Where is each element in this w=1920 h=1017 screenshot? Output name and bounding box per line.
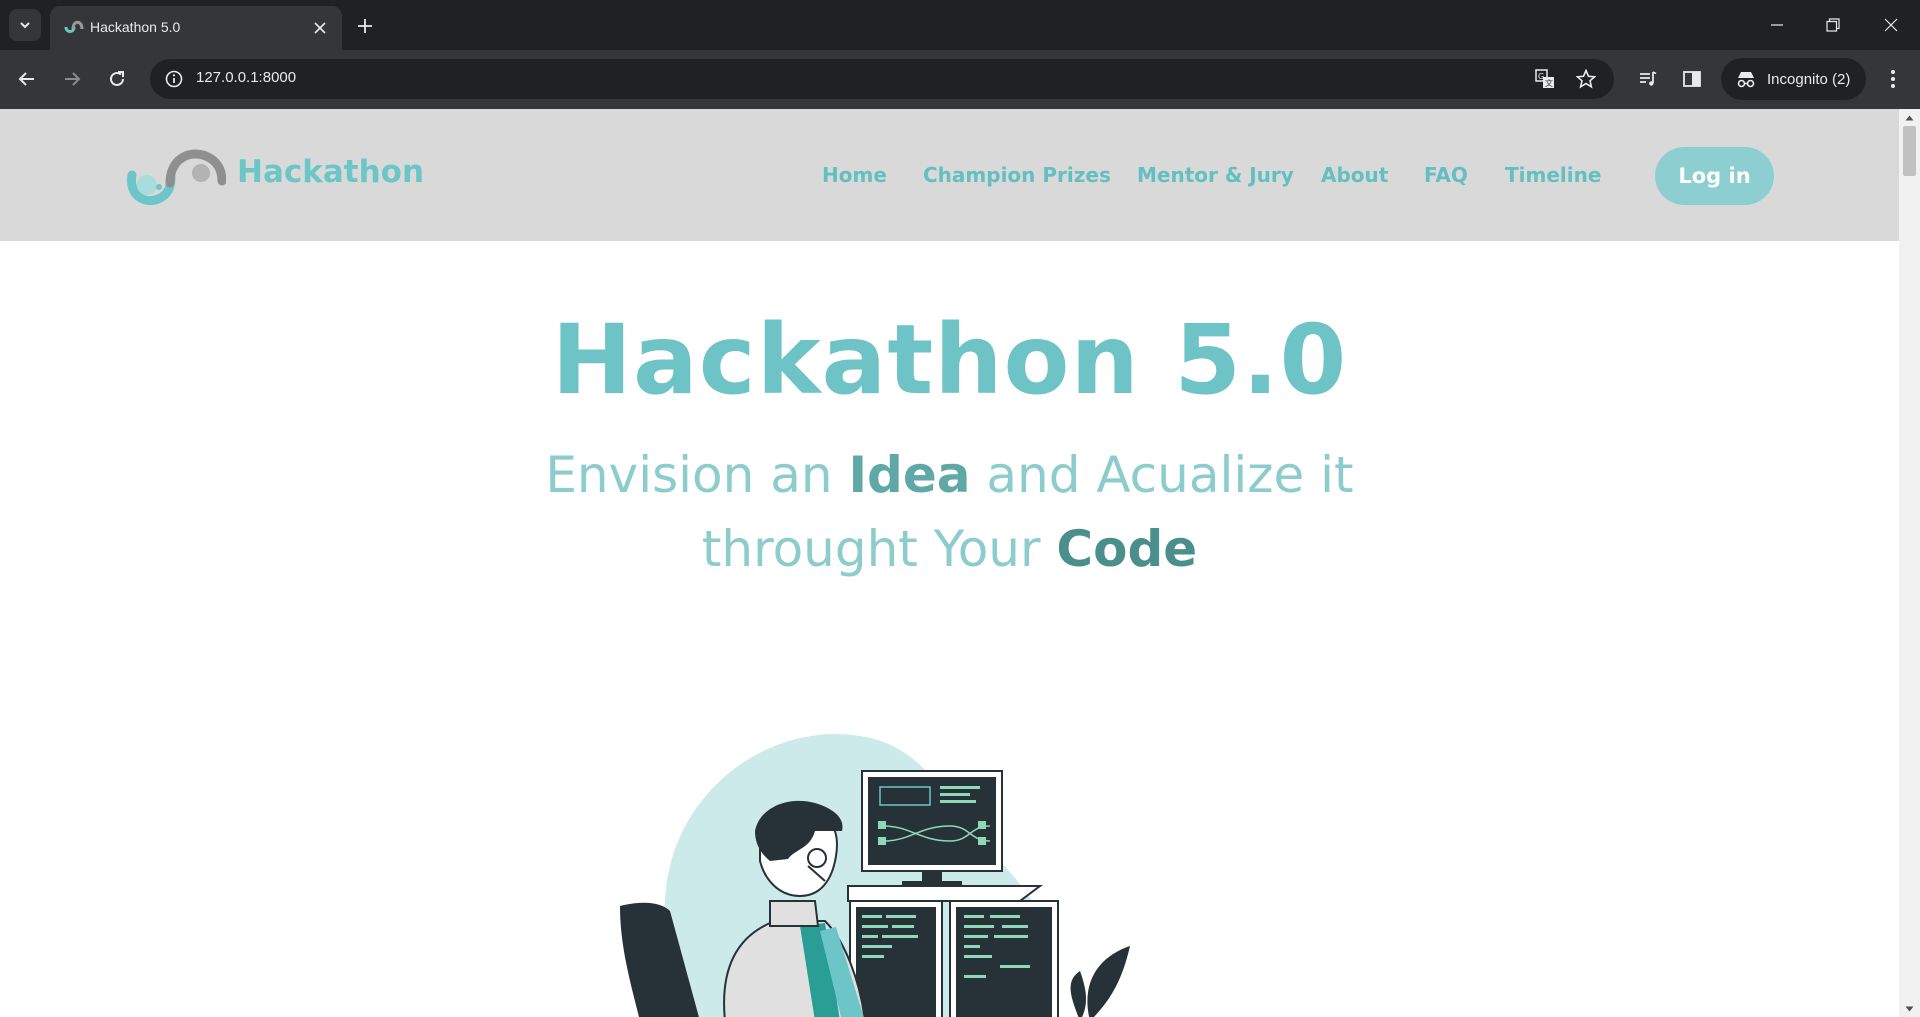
reload-button[interactable] [102,64,132,94]
bookmark-button[interactable] [1574,67,1598,91]
nav-champion-prizes[interactable]: Champion Prizes [923,163,1111,187]
svg-text:G: G [1538,72,1544,81]
url-text: 127.0.0.1:8000 [196,69,297,86]
monitor-top [861,770,1003,886]
translate-button[interactable]: G文 [1533,67,1557,91]
logo-text[interactable]: Hackathon [237,154,424,190]
restore-button[interactable] [1818,10,1848,40]
login-button[interactable]: Log in [1655,147,1774,205]
scroll-thumb[interactable] [1903,126,1916,176]
tab-close-button[interactable] [310,18,330,38]
nav-faq[interactable]: FAQ [1424,163,1468,187]
browser-menu-button[interactable] [1878,64,1908,94]
profile-label: Incognito (2) [1767,70,1851,88]
more-icon [1891,70,1895,88]
tab-strip: Hackathon 5.0 [0,0,1920,50]
incognito-profile-button[interactable]: Incognito (2) [1721,58,1866,100]
plant [1070,946,1130,1017]
site-info-icon [165,70,183,88]
window-close-button[interactable] [1876,10,1906,40]
plus-icon [358,19,372,33]
new-tab-button[interactable] [352,13,378,39]
minimize-button[interactable] [1762,10,1792,40]
subtitle-text: Envision an [545,446,849,504]
forward-icon [65,72,81,86]
nav-timeline[interactable]: Timeline [1505,163,1601,187]
browser-tab[interactable]: Hackathon 5.0 [50,6,342,50]
nav-home[interactable]: Home [822,163,887,187]
minimize-icon [1771,24,1783,26]
side-panel-button[interactable] [1677,64,1707,94]
subtitle-text: throught Your [701,520,1057,578]
svg-text:文: 文 [1545,78,1553,88]
developer-illustration [620,734,1130,1017]
restore-icon [1826,18,1840,32]
monitor-right [949,900,1059,1017]
reload-icon [110,71,124,86]
back-button[interactable] [12,64,42,94]
page-viewport: Hackathon Home Champion Prizes Mentor & … [0,109,1920,1017]
media-icon [1640,71,1657,86]
subtitle-text: and Acualize it [970,446,1354,504]
arrow-up-icon [1905,115,1914,120]
tab-search-button[interactable] [9,9,41,41]
nav-about[interactable]: About [1321,163,1388,187]
monitor-left [849,900,943,1017]
site-header: Hackathon Home Champion Prizes Mentor & … [0,109,1899,241]
star-icon [1576,69,1596,89]
incognito-icon [1737,72,1755,88]
subtitle-highlight-code: Code [1056,520,1198,578]
chevron-down-icon [20,22,30,29]
close-icon [314,22,326,34]
side-panel-icon [1683,71,1701,87]
scroll-up-button[interactable] [1899,109,1920,126]
media-controls-button[interactable] [1633,64,1663,94]
subtitle-highlight-idea: Idea [848,446,971,504]
site-info-button[interactable] [162,67,186,91]
favicon-icon [64,20,84,33]
logo-icon[interactable] [126,147,226,217]
hero-subtitle-line-2: throught Your Code [0,520,1899,578]
page-scrollbar[interactable] [1899,109,1920,1017]
scroll-down-button[interactable] [1899,1000,1920,1017]
hero-title: Hackathon 5.0 [551,304,1348,416]
close-icon [1884,18,1898,32]
back-icon [18,72,34,86]
browser-toolbar: 127.0.0.1:8000 G文 Incognito (2) [0,50,1920,109]
address-bar[interactable]: 127.0.0.1:8000 G文 [150,59,1614,99]
translate-icon: G文 [1535,69,1554,88]
tab-title: Hackathon 5.0 [90,19,181,35]
arrow-down-icon [1905,1006,1914,1011]
nav-mentor-jury[interactable]: Mentor & Jury [1137,163,1294,187]
forward-button[interactable] [57,64,87,94]
hero-subtitle-line-1: Envision an Idea and Acualize it [0,446,1899,504]
